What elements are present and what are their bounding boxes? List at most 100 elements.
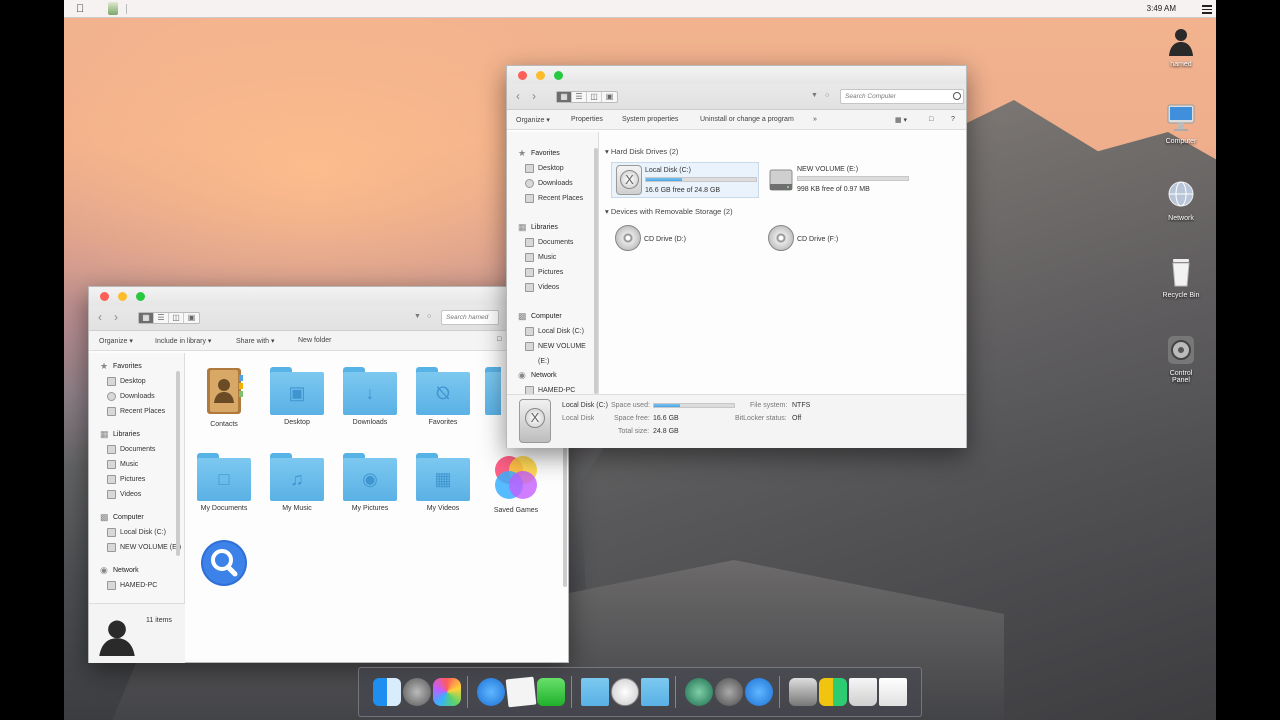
more-commands-button[interactable]: » <box>813 116 817 123</box>
user-folder-window[interactable]: ‹ › ▦ ☰ ◫ ▣ ▼ ○ Search hamed Organize ▾ … <box>88 286 569 663</box>
refresh-icon[interactable]: ○ <box>825 92 829 99</box>
refresh-icon[interactable]: ○ <box>427 313 431 320</box>
nav-item-documents[interactable]: Documents <box>89 442 184 457</box>
include-in-library-menu[interactable]: Include in library ▾ <box>155 337 211 345</box>
nav-item-new-volume[interactable]: NEW VOLUME (E:) <box>507 339 598 365</box>
computer-window[interactable]: ‹ › ▦ ☰ ◫ ▣ ▼ ○ Search Computer Organize… <box>506 65 967 448</box>
item-my-documents[interactable]: □ My Documents <box>193 453 255 512</box>
column-view-button[interactable]: ◫ <box>169 313 184 323</box>
desktop-icon-computer[interactable]: Computer <box>1153 103 1209 145</box>
notes-icon[interactable] <box>505 676 537 708</box>
help-icon[interactable]: ? <box>951 116 955 123</box>
forward-button[interactable]: › <box>110 311 122 324</box>
app-store-icon[interactable] <box>745 678 773 706</box>
section-hard-disks[interactable]: ▾ Hard Disk Drives (2) <box>605 147 678 156</box>
change-view-icon[interactable]: ▦ ▾ <box>895 116 907 124</box>
properties-button[interactable]: Properties <box>571 116 603 123</box>
organize-menu[interactable]: Organize ▾ <box>516 116 550 124</box>
system-preferences-icon[interactable] <box>403 678 431 706</box>
nav-group-libraries[interactable]: ▦ Libraries <box>507 220 598 235</box>
launchpad-icon[interactable] <box>715 678 743 706</box>
desktop-icon-hamed[interactable]: hamed <box>1153 26 1209 68</box>
zoom-button[interactable] <box>554 71 563 80</box>
nav-group-network[interactable]: ◉ Network <box>89 563 184 578</box>
nav-item-desktop[interactable]: Desktop <box>89 374 184 389</box>
path-dropdown-icon[interactable]: ▼ <box>811 92 818 99</box>
photo-booth-icon[interactable] <box>433 678 461 706</box>
item-my-pictures[interactable]: ◉ My Pictures <box>339 453 401 512</box>
item-my-music[interactable]: ♫ My Music <box>266 453 328 512</box>
forward-button[interactable]: › <box>528 90 540 103</box>
nav-item-videos[interactable]: Videos <box>89 487 184 502</box>
nav-scrollbar[interactable] <box>594 148 598 394</box>
nav-item-downloads[interactable]: Downloads <box>507 176 598 191</box>
preview-icon[interactable] <box>789 678 817 706</box>
os-x-icon[interactable] <box>611 678 639 706</box>
applications-folder-icon[interactable] <box>641 678 669 706</box>
nav-item-documents[interactable]: Documents <box>507 235 598 250</box>
finder-icon[interactable] <box>373 678 401 706</box>
nav-item-music[interactable]: Music <box>89 457 184 472</box>
drive-cd-f[interactable]: CD Drive (F:) <box>764 222 912 258</box>
nav-group-computer[interactable]: ▩ Computer <box>507 309 598 324</box>
nav-item-local-disk[interactable]: Local Disk (C:) <box>89 525 184 540</box>
item-contacts[interactable]: Contacts <box>193 367 255 428</box>
icon-view-button[interactable]: ▦ <box>139 313 154 323</box>
window-titlebar[interactable] <box>507 66 966 84</box>
search-input[interactable]: Search hamed <box>441 310 499 325</box>
drive-new-volume-e[interactable]: NEW VOLUME (E:) 998 KB free of 0.97 MB <box>764 162 912 198</box>
item-downloads[interactable]: ↓ Downloads <box>339 367 401 426</box>
cover-view-button[interactable]: ▣ <box>602 92 617 102</box>
menu-clock[interactable]: 3:49 AM <box>1147 4 1176 13</box>
item-desktop[interactable]: ▣ Desktop <box>266 367 328 426</box>
nav-item-videos[interactable]: Videos <box>507 280 598 295</box>
search-icon[interactable] <box>953 92 961 100</box>
system-properties-button[interactable]: System properties <box>622 116 678 123</box>
facetime-icon[interactable] <box>537 678 565 706</box>
search-input[interactable]: Search Computer <box>840 89 964 104</box>
back-button[interactable]: ‹ <box>94 311 106 324</box>
item-searches[interactable] <box>193 539 255 593</box>
nav-group-libraries[interactable]: ▦ Libraries <box>89 427 184 442</box>
icon-view-button[interactable]: ▦ <box>557 92 572 102</box>
close-button[interactable] <box>518 71 527 80</box>
nav-item-new-volume[interactable]: NEW VOLUME (E:) <box>89 540 184 555</box>
list-view-button[interactable]: ☰ <box>572 92 587 102</box>
nav-item-music[interactable]: Music <box>507 250 598 265</box>
folder-icon[interactable] <box>581 678 609 706</box>
uninstall-program-button[interactable]: Uninstall or change a program <box>700 116 794 123</box>
zoom-button[interactable] <box>136 292 145 301</box>
nav-scrollbar[interactable] <box>176 371 180 556</box>
close-button[interactable] <box>100 292 109 301</box>
nav-group-network[interactable]: ◉ Network <box>507 368 598 383</box>
item-saved-games[interactable]: Saved Games <box>485 453 547 514</box>
cover-view-button[interactable]: ▣ <box>184 313 199 323</box>
new-folder-button[interactable]: New folder <box>298 337 331 344</box>
minimize-button[interactable] <box>536 71 545 80</box>
nav-item-hamed-pc[interactable]: HAMED-PC <box>89 578 184 593</box>
drive-cd-d[interactable]: CD Drive (D:) <box>611 222 759 258</box>
desktop-icon-network[interactable]: Network <box>1153 180 1209 222</box>
section-removable[interactable]: ▾ Devices with Removable Storage (2) <box>605 207 733 216</box>
item-favorites[interactable]: ⦰ Favorites <box>412 367 474 426</box>
nav-item-downloads[interactable]: Downloads <box>89 389 184 404</box>
preview-pane-icon[interactable]: □ <box>497 336 501 343</box>
nav-group-favorites[interactable]: ★ Favorites <box>89 359 184 374</box>
item-partial-folder[interactable] <box>485 367 501 419</box>
dashboard-icon[interactable] <box>819 678 847 706</box>
preview-pane-icon[interactable]: □ <box>929 116 933 123</box>
safari-icon[interactable] <box>477 678 505 706</box>
nav-item-pictures[interactable]: Pictures <box>507 265 598 280</box>
back-button[interactable]: ‹ <box>512 90 524 103</box>
apple-icon[interactable]:  <box>76 3 84 15</box>
trash-icon[interactable] <box>849 678 877 706</box>
nav-item-hamed-pc[interactable]: HAMED-PC <box>507 383 598 394</box>
column-view-button[interactable]: ◫ <box>587 92 602 102</box>
nav-item-recent-places[interactable]: Recent Places <box>89 404 184 419</box>
list-view-button[interactable]: ☰ <box>154 313 169 323</box>
mail-icon[interactable] <box>879 678 907 706</box>
nav-item-pictures[interactable]: Pictures <box>89 472 184 487</box>
organize-menu[interactable]: Organize ▾ <box>99 337 133 345</box>
nav-group-computer[interactable]: ▩ Computer <box>89 510 184 525</box>
desktop-icon-recycle-bin[interactable]: Recycle Bin <box>1153 257 1209 299</box>
